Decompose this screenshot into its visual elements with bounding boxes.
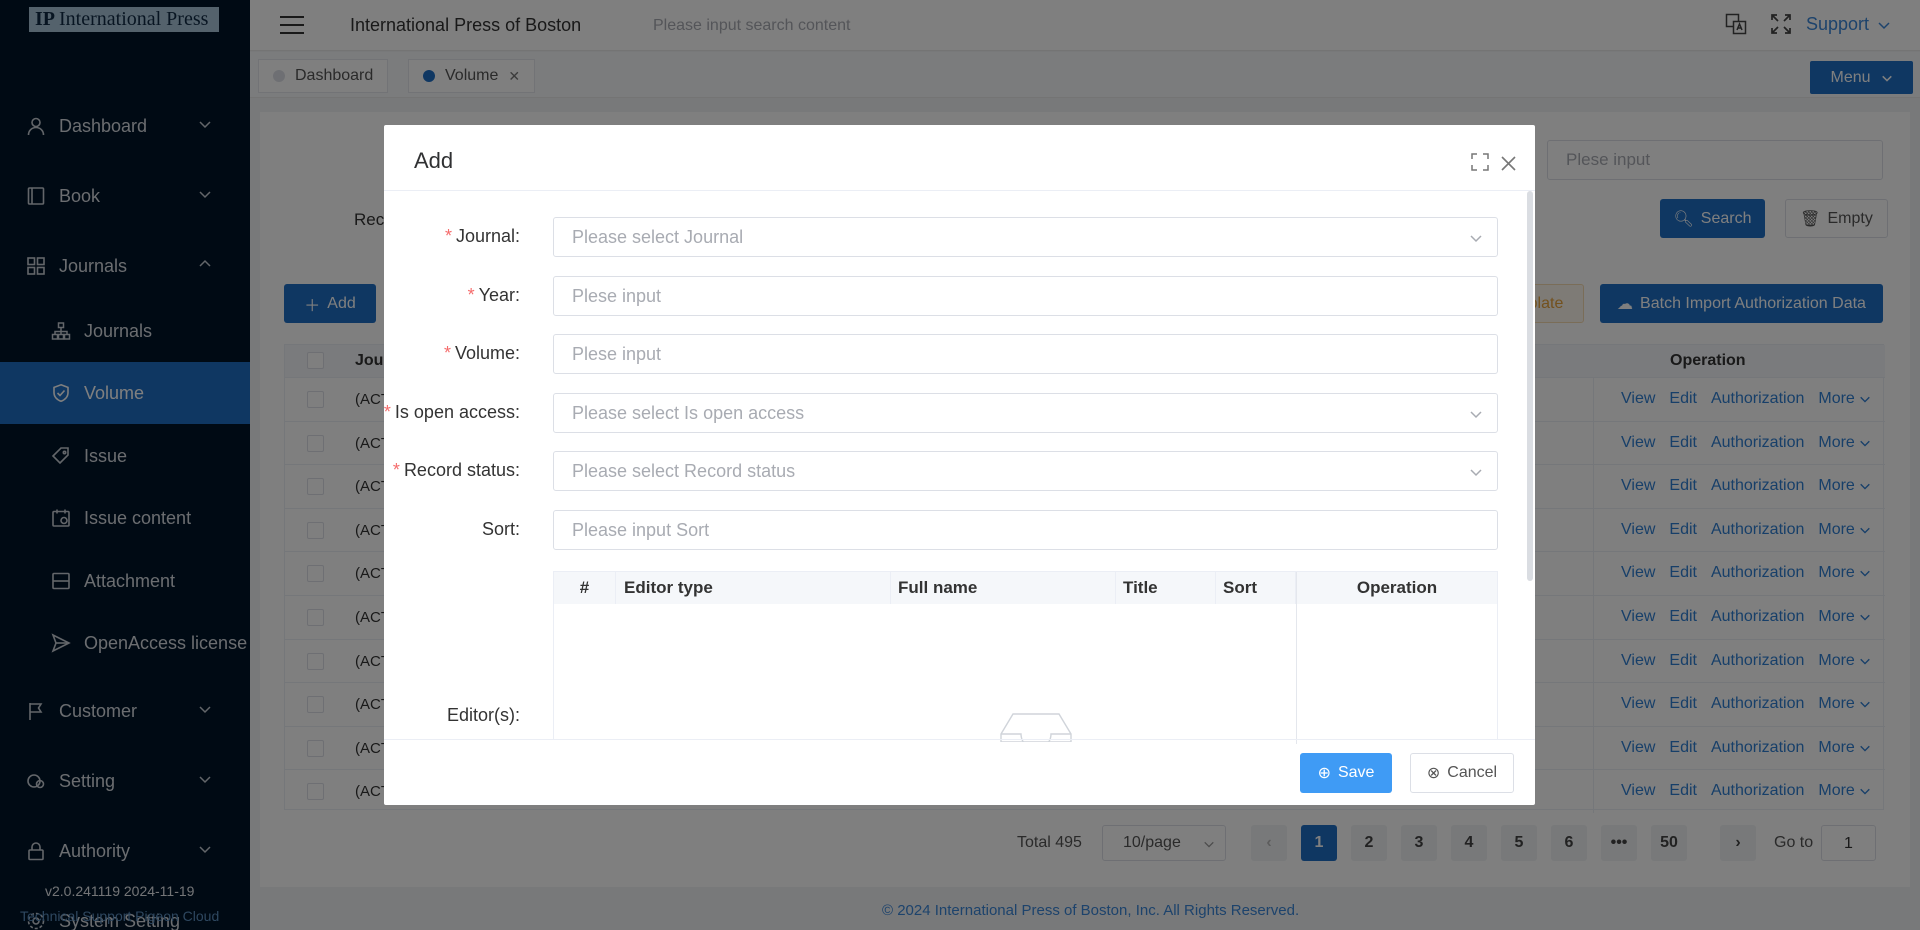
- maximize-icon[interactable]: [1471, 153, 1489, 171]
- dialog-title: Add: [414, 148, 454, 173]
- editor-col-sort: Sort: [1216, 572, 1296, 604]
- dialog-scrollbar[interactable]: [1527, 191, 1533, 581]
- field-label-text: Journal:: [455, 226, 520, 246]
- form-row: * Is open access: Please select Is open ac…: [384, 392, 1535, 433]
- editor-col-type: Editor type: [616, 572, 891, 604]
- form-row: * Year: Plese input: [384, 275, 1535, 316]
- cancel-button[interactable]: ⊗ Cancel: [1410, 753, 1514, 793]
- field-label-text: Is open access:: [394, 401, 520, 422]
- chevron-down-icon: [1470, 469, 1482, 477]
- field-label: * Record status:: [393, 460, 520, 481]
- add-dialog: Add * Journal: Please select Journal * Year:…: [384, 125, 1535, 805]
- field-label: * Year:: [468, 285, 520, 306]
- operation-column-divider: [1296, 604, 1297, 744]
- field-placeholder: Please select Journal: [572, 227, 744, 247]
- field-label-text: Volume:: [454, 343, 520, 364]
- chevron-down-icon: [1470, 235, 1482, 243]
- form-row: * Journal: Please select Journal: [384, 217, 1535, 257]
- empty-data-icon: [1000, 713, 1072, 742]
- field-placeholder: Please select Is open access: [572, 402, 805, 423]
- select-field[interactable]: Please select Record status: [553, 451, 1498, 492]
- save-label: Save: [1337, 764, 1375, 781]
- required-asterisk: *: [467, 284, 475, 305]
- text-input[interactable]: Plese input: [553, 275, 1498, 316]
- form-row: * Record status: Please select Record stat…: [384, 451, 1535, 492]
- required-asterisk: *: [443, 343, 451, 364]
- editors-label: Editor(s):: [446, 705, 520, 725]
- cancel-label: Cancel: [1447, 764, 1498, 781]
- required-asterisk: *: [444, 226, 452, 246]
- plus-circle-icon: ⊕: [1317, 765, 1331, 782]
- cancel-circle-icon: ⊗: [1426, 765, 1441, 782]
- close-icon[interactable]: [1501, 156, 1516, 171]
- chevron-down-icon: [1470, 411, 1482, 418]
- required-asterisk: *: [392, 460, 400, 481]
- select-field[interactable]: Please select Is open access: [553, 392, 1498, 433]
- field-placeholder: Plese input: [572, 285, 662, 306]
- form-row: Sort: Please input Sort: [384, 510, 1535, 550]
- select-field[interactable]: Please select Journal: [553, 217, 1498, 257]
- field-label: * Is open access:: [384, 402, 520, 423]
- field-label: Sort:: [482, 519, 520, 540]
- editor-col-fullname: Full name: [891, 572, 1116, 604]
- field-label: * Journal:: [445, 226, 520, 247]
- editors-table: # Editor type Full name Title Sort Opera…: [553, 571, 1498, 744]
- field-label-text: Year:: [478, 284, 520, 305]
- field-placeholder: Please select Record status: [572, 461, 796, 482]
- dialog-footer-divider: [384, 739, 1535, 740]
- text-input[interactable]: Plese input: [553, 334, 1498, 375]
- field-placeholder: Plese input: [572, 344, 662, 365]
- save-button[interactable]: ⊕ Save: [1300, 753, 1392, 793]
- editor-col-title: Title: [1116, 572, 1216, 604]
- field-placeholder: Please input Sort: [572, 520, 710, 540]
- field-label-text: Sort:: [481, 519, 520, 539]
- text-input[interactable]: Please input Sort: [553, 510, 1498, 550]
- field-label-text: Record status:: [403, 460, 520, 481]
- form-row: * Volume: Plese input: [384, 334, 1535, 375]
- editor-col-operation: Operation: [1296, 572, 1498, 604]
- field-label: * Volume:: [444, 343, 520, 364]
- editor-col-index: #: [554, 572, 616, 604]
- required-asterisk: *: [384, 401, 391, 422]
